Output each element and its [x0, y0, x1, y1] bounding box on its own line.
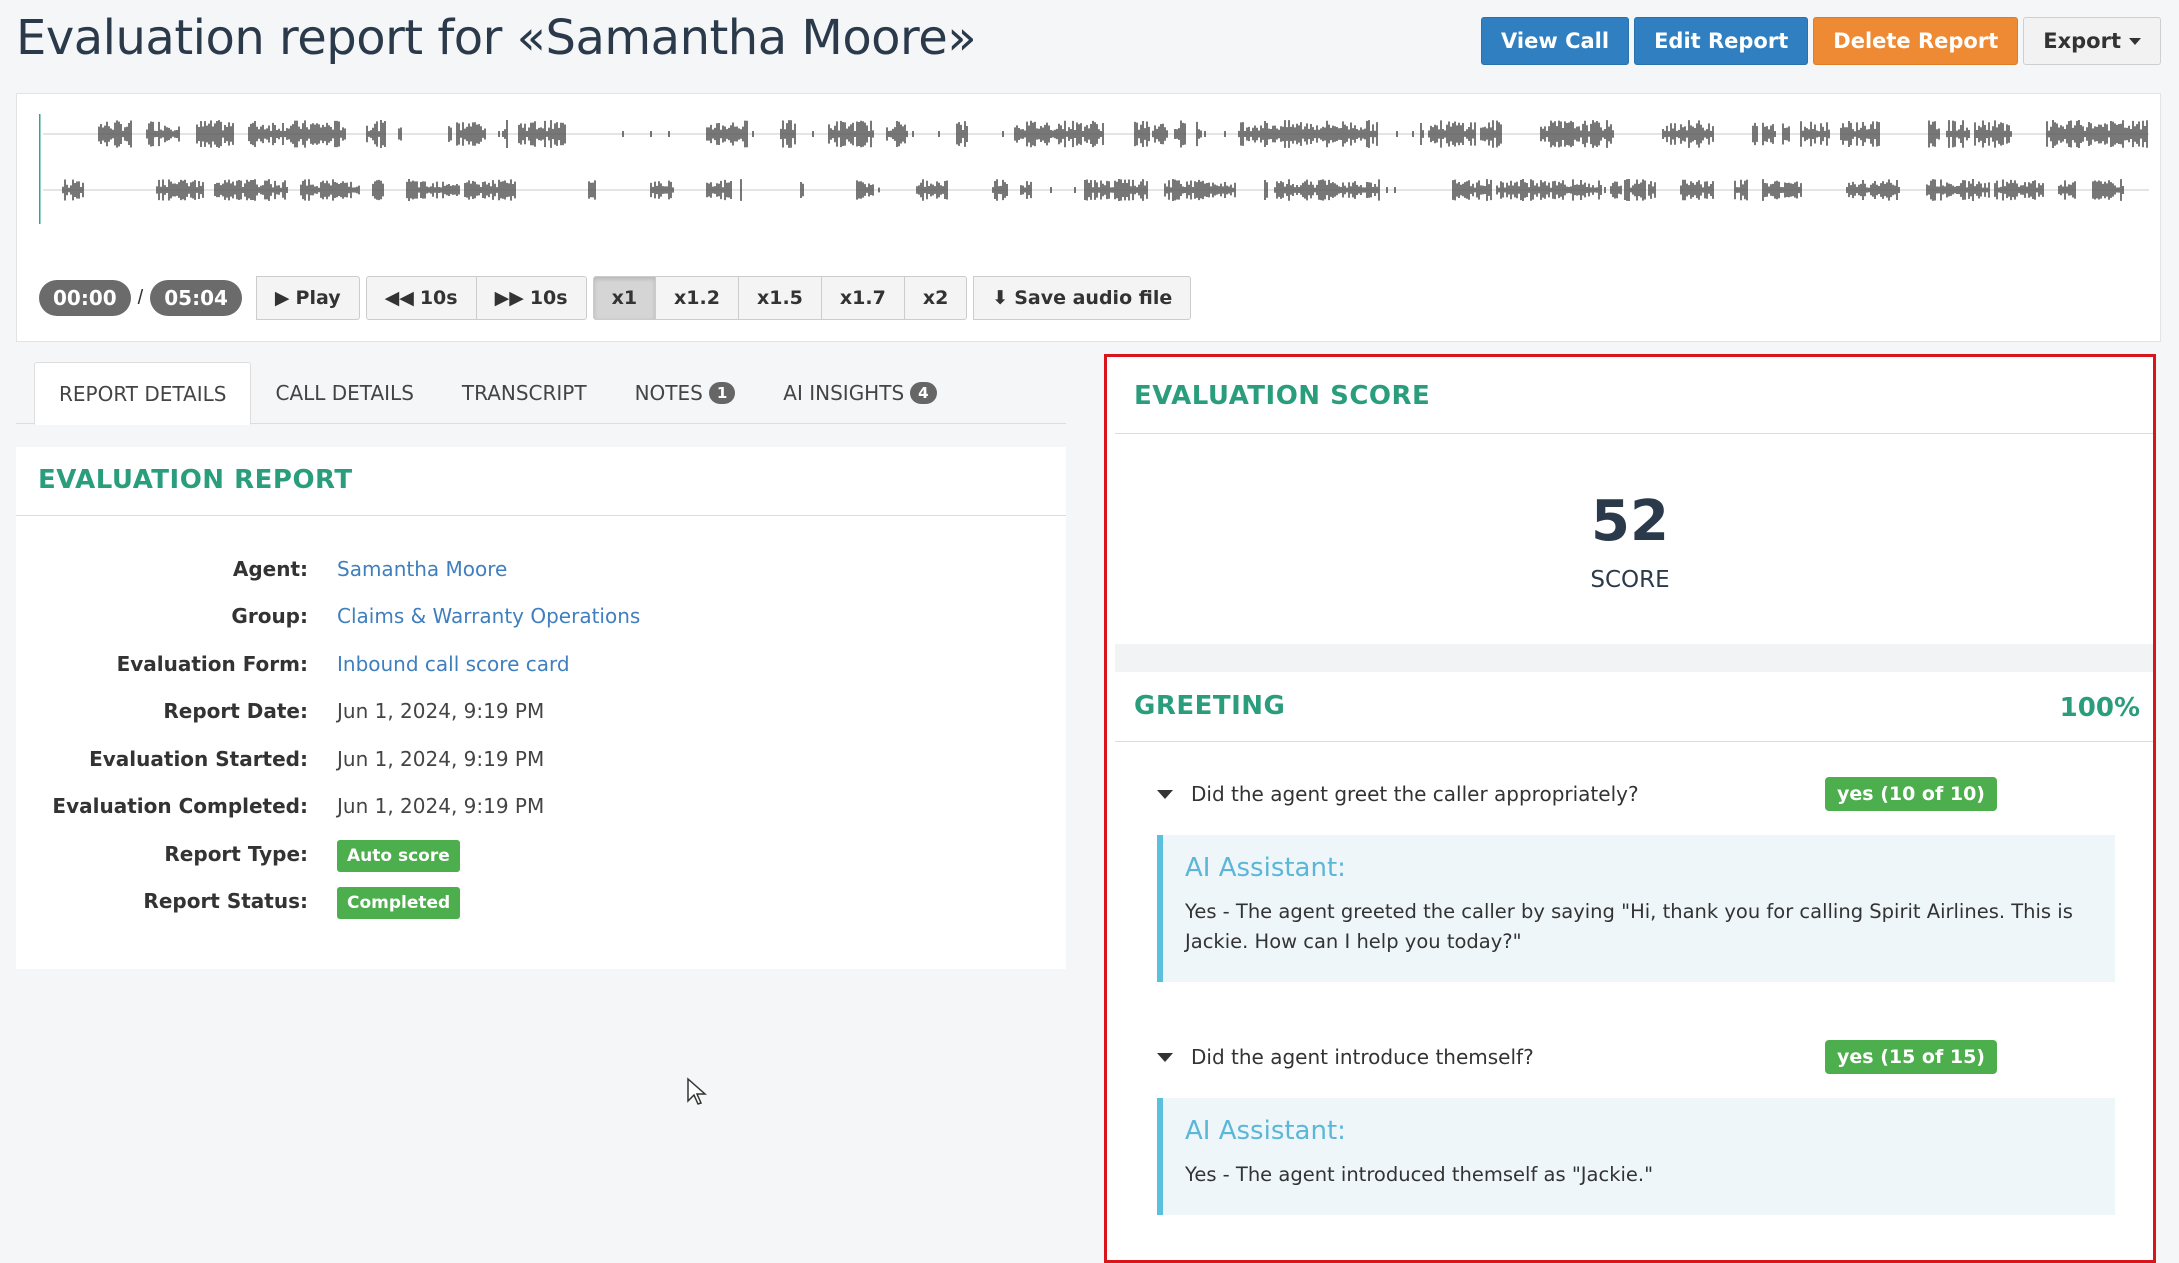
export-dropdown[interactable]: Export [2023, 17, 2161, 65]
top-actions: View Call Edit Report Delete Report Expo… [1481, 17, 2161, 65]
ai-assistant-text: Yes - The agent introduced themself as "… [1185, 1163, 1654, 1186]
field-evaluation-started: Evaluation Started: Jun 1, 2024, 9:19 PM [16, 735, 640, 783]
audio-player: 00:00 / 05:04 ▶ Play ◀◀ 10s ▶▶ 10s x1 x1.2 … [16, 93, 2161, 342]
answer-badge: yes (15 of 15) [1825, 1040, 1997, 1074]
field-evaluation-form: Evaluation Form: Inbound call score card [16, 640, 640, 688]
speed-x1-7-button[interactable]: x1.7 [820, 276, 905, 320]
speed-x1-5-button[interactable]: x1.5 [737, 276, 822, 320]
field-evaluation-completed: Evaluation Completed: Jun 1, 2024, 9:19 P… [16, 783, 640, 831]
save-audio-button[interactable]: ⬇ Save audio file [973, 276, 1192, 320]
player-controls: 00:00 / 05:04 ▶ Play ◀◀ 10s ▶▶ 10s x1 x1.2 … [39, 276, 1192, 320]
field-group: Group: Claims & Warranty Operations [16, 593, 640, 641]
save-audio-label: Save audio file [1014, 287, 1173, 309]
question-text: Did the agent introduce themself? [1191, 1045, 1534, 1069]
notes-count-badge: 1 [708, 382, 736, 404]
download-icon: ⬇ [992, 287, 1009, 309]
report-date-value: Jun 1, 2024, 9:19 PM [337, 699, 545, 724]
edit-report-button[interactable]: Edit Report [1634, 17, 1809, 65]
current-time: 00:00 [39, 280, 131, 316]
forward-icon: ▶▶ [494, 287, 524, 309]
view-call-button[interactable]: View Call [1481, 17, 1630, 65]
delete-report-button[interactable]: Delete Report [1813, 17, 2019, 65]
speed-x1-button[interactable]: x1 [592, 276, 657, 320]
evaluation-form-link[interactable]: Inbound call score card [337, 652, 570, 676]
waveform[interactable] [39, 114, 2149, 224]
rewind-button[interactable]: ◀◀ 10s [365, 276, 477, 320]
evaluation-started-value: Jun 1, 2024, 9:19 PM [337, 746, 545, 771]
field-label: Report Status: [143, 889, 308, 914]
ai-assistant-box: AI Assistant: Yes - The agent greeted th… [1157, 835, 2115, 982]
caret-down-icon [2129, 37, 2141, 45]
tab-label: AI INSIGHTS [783, 381, 905, 405]
tab-notes[interactable]: NOTES 1 [611, 362, 760, 424]
ai-assistant-title: AI Assistant: [1185, 853, 1346, 883]
mouse-cursor-icon [687, 1077, 707, 1105]
field-label: Group: [231, 604, 308, 629]
evaluation-report-card: EVALUATION REPORT Agent: Samantha Moore G… [16, 447, 1066, 969]
tab-label: REPORT DETAILS [59, 381, 227, 406]
greeting-percent: 100% [2059, 693, 2140, 723]
question-item[interactable]: Did the agent greet the caller appropria… [1157, 777, 1997, 811]
speed-x1-2-button[interactable]: x1.2 [655, 276, 739, 320]
report-fields: Agent: Samantha Moore Group: Claims & Warr… [16, 545, 640, 925]
question-item[interactable]: Did the agent introduce themself? yes (1… [1157, 1040, 1997, 1074]
agent-link[interactable]: Samantha Moore [337, 557, 507, 581]
play-button[interactable]: ▶ Play [255, 276, 360, 320]
tab-label: NOTES [634, 381, 703, 405]
tab-call-details[interactable]: CALL DETAILS [251, 362, 437, 424]
divider [1115, 433, 2153, 434]
ai-insights-count-badge: 4 [910, 382, 937, 404]
tab-bar: REPORT DETAILS CALL DETAILS TRANSCRIPT N… [16, 362, 1066, 425]
tab-label: CALL DETAILS [275, 381, 414, 405]
report-type-badge: Auto score [337, 839, 460, 872]
field-report-date: Report Date: Jun 1, 2024, 9:19 PM [16, 688, 640, 736]
score-label: SCORE [1590, 567, 1670, 593]
forward-button[interactable]: ▶▶ 10s [475, 276, 587, 320]
answer-badge: yes (10 of 10) [1825, 777, 1997, 811]
greeting-section-title: GREETING [1134, 691, 1286, 721]
evaluation-score-panel: EVALUATION SCORE 52 SCORE GREETING 100% … [1104, 354, 2156, 1263]
field-agent: Agent: Samantha Moore [16, 545, 640, 593]
separator-band [1115, 644, 2153, 672]
score-value: 52 [1591, 489, 1669, 554]
tab-label: TRANSCRIPT [461, 381, 587, 405]
ai-assistant-title: AI Assistant: [1185, 1116, 1346, 1146]
tab-transcript[interactable]: TRANSCRIPT [438, 362, 611, 424]
export-label: Export [2043, 29, 2121, 53]
forward-label: 10s [529, 287, 568, 309]
ai-assistant-text: Yes - The agent greeted the caller by sa… [1185, 900, 2073, 953]
field-report-type: Report Type: Auto score [16, 830, 640, 878]
report-status-badge: Completed [337, 887, 461, 920]
time-separator: / [137, 286, 144, 309]
play-label: Play [295, 287, 341, 309]
rewind-icon: ◀◀ [384, 287, 414, 309]
field-report-status: Report Status: Completed [16, 878, 640, 926]
field-label: Report Date: [163, 699, 308, 724]
caret-down-icon[interactable] [1157, 789, 1173, 799]
report-section-title: EVALUATION REPORT [38, 465, 353, 495]
field-label: Report Type: [164, 841, 308, 866]
tab-ai-insights[interactable]: AI INSIGHTS 4 [759, 362, 960, 424]
score-section-title: EVALUATION SCORE [1134, 381, 1431, 411]
evaluation-completed-value: Jun 1, 2024, 9:19 PM [337, 794, 545, 819]
tab-report-details[interactable]: REPORT DETAILS [34, 362, 252, 425]
ai-assistant-box: AI Assistant: Yes - The agent introduced… [1157, 1098, 2115, 1215]
group-link[interactable]: Claims & Warranty Operations [337, 604, 640, 628]
divider [16, 515, 1066, 516]
caret-down-icon[interactable] [1157, 1052, 1173, 1062]
duration: 05:04 [150, 280, 242, 316]
question-text: Did the agent greet the caller appropria… [1191, 782, 1639, 806]
field-label: Agent: [232, 556, 308, 581]
page-title: Evaluation report for «Samantha Moore» [16, 10, 977, 66]
field-label: Evaluation Completed: [52, 794, 308, 819]
speed-x2-button[interactable]: x2 [903, 276, 968, 320]
divider [1115, 741, 2153, 742]
rewind-label: 10s [419, 287, 458, 309]
play-icon: ▶ [274, 287, 290, 309]
field-label: Evaluation Form: [116, 651, 308, 676]
field-label: Evaluation Started: [89, 746, 308, 771]
